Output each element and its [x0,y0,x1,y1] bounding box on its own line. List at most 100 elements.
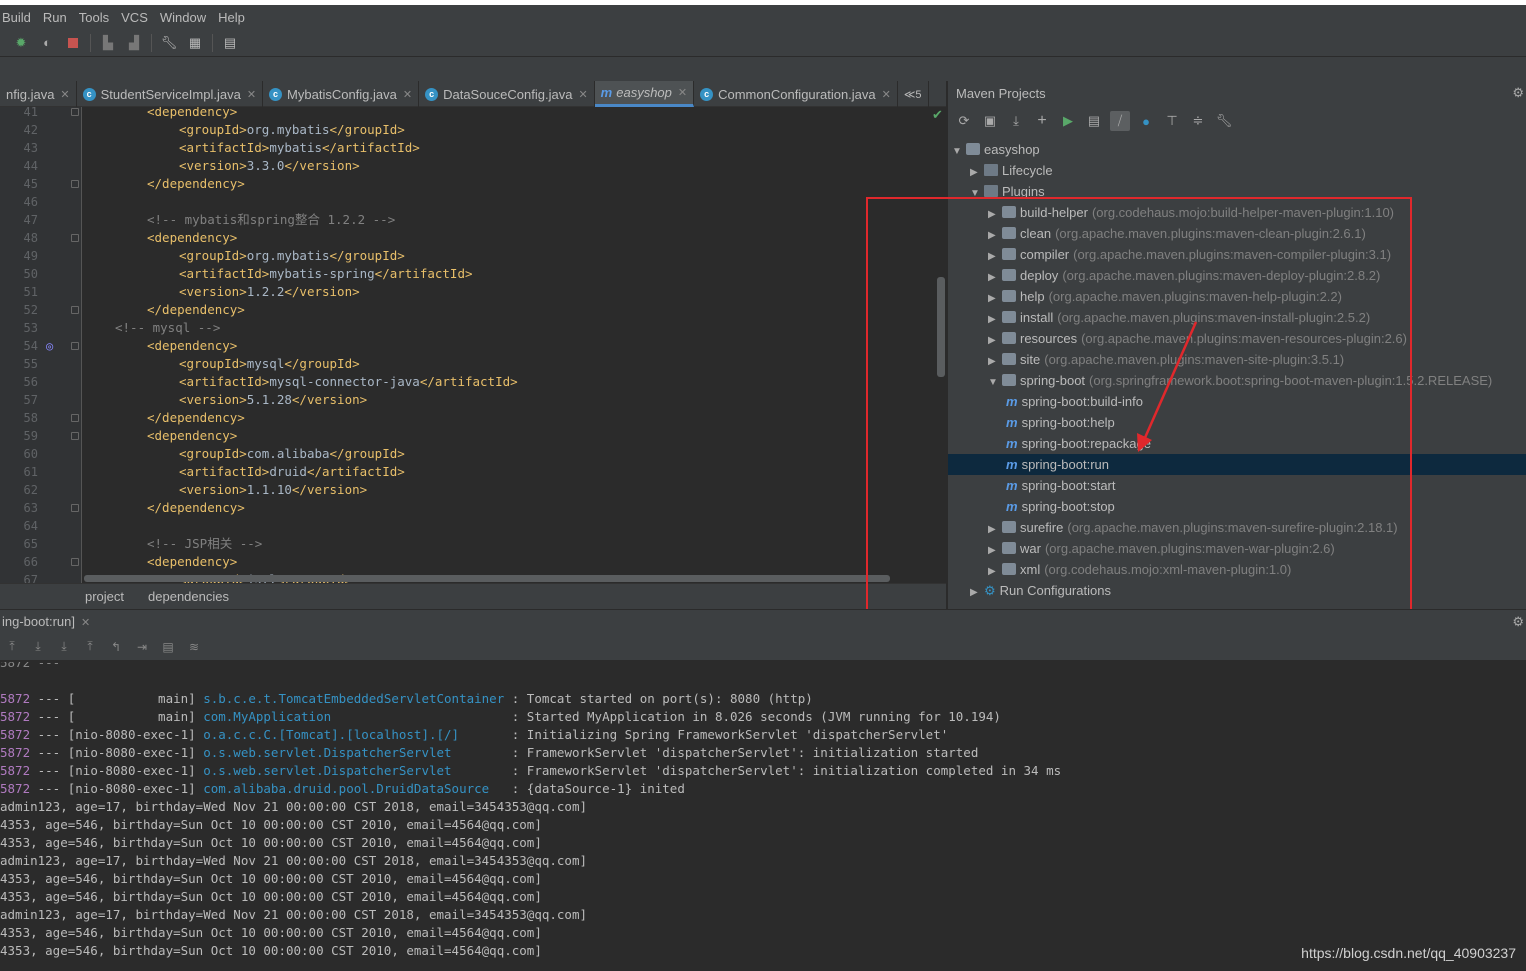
dependency-gutter-icon[interactable]: ◎ [46,337,53,355]
reimport-icon[interactable]: ⟳ [954,111,974,131]
xml-tag: <version> [179,482,247,497]
execute-goal-icon[interactable]: ▤ [1084,111,1104,131]
fold-marker-icon[interactable] [71,108,79,116]
scroll-to-end-icon[interactable]: ⤒ [82,639,98,655]
close-icon[interactable]: ✕ [403,88,412,101]
settings-wrench-icon[interactable]: 🔧︎ [1214,111,1234,131]
fold-marker-icon[interactable] [71,558,79,566]
menu-item-run[interactable]: Run [43,10,67,25]
settings-wrench-icon[interactable]: 🔧︎ [160,34,178,52]
close-icon[interactable]: ✕ [247,88,256,101]
clear-icon[interactable]: ⇥ [134,639,150,655]
run-icon[interactable]: ▶ [1058,111,1078,131]
breadcrumb-item-dependencies[interactable]: dependencies [148,589,229,604]
stop-icon[interactable] [64,34,82,52]
settings-icon[interactable]: ≋ [186,639,202,655]
download-icon[interactable]: ⤓ [1006,111,1026,131]
code-text: <version>3.3.0</version> [179,157,360,175]
run-tab-label: ing-boot:run] [2,614,75,629]
editor-tab[interactable]: cCommonConfiguration.java✕ [694,81,898,107]
close-icon[interactable]: ✕ [882,88,891,101]
close-icon[interactable]: ✕ [678,86,687,99]
menu-item-tools[interactable]: Tools [79,10,109,25]
editor-tab[interactable]: cStudentServiceImpl.java✕ [77,81,263,107]
process-id: 5872 [0,709,30,724]
console-line: 4353, age=546, birthday=Sun Oct 10 00:00… [0,816,542,834]
maven-tree-node[interactable]: ▼easyshop [952,139,1040,160]
fold-marker-icon[interactable] [71,234,79,242]
editor-tab[interactable]: nfig.java✕ [0,81,77,107]
menu-bar: Build Run Tools VCS Window Help [0,0,1526,29]
generate-sources-icon[interactable]: ▣ [980,111,1000,131]
scroll-down-icon[interactable]: ⤓ [30,639,46,655]
build-icon[interactable]: ▙ [99,34,117,52]
xml-tag: <groupId> [179,248,247,263]
run-tab[interactable]: ing-boot:run] ✕ [0,614,90,629]
expanded-arrow-icon[interactable]: ▼ [952,141,966,162]
editor-horizontal-scrollbar[interactable] [84,575,890,582]
collapse-all-icon[interactable]: ≑ [1188,111,1208,131]
log-text: 4353, age=546, birthday=Sun Oct 10 00:00… [0,871,542,886]
code-line: 53<!-- mysql --> [0,319,946,337]
xml-text: druid [269,464,307,479]
code-text: <groupId>mysql</groupId> [179,355,360,373]
fold-marker-icon[interactable] [71,414,79,422]
show-dependencies-icon[interactable]: ⊤ [1162,111,1182,131]
code-line: 50<artifactId>mybatis-spring</artifactId… [0,265,946,283]
menu-item-help[interactable]: Help [218,10,245,25]
log-text: --- [nio-8080-exec-1] [30,745,203,760]
breadcrumb-item-project[interactable]: project [85,589,124,604]
tabs-overflow-button[interactable]: ≪5 [898,81,929,107]
line-number: 44 [10,157,38,175]
code-line: 51<version>1.2.2</version> [0,283,946,301]
panel-settings-icon[interactable]: ⚙ [1512,85,1524,101]
xml-text: 1.1.10 [247,482,292,497]
console-output[interactable]: 5872 --- 5872 --- [ main] s.b.c.e.t.Tomc… [0,662,1526,971]
fold-marker-icon[interactable] [71,432,79,440]
close-icon[interactable]: ✕ [578,88,587,101]
build-module-icon[interactable]: ▟ [125,34,143,52]
fold-marker-icon[interactable] [71,504,79,512]
code-line: 55<groupId>mysql</groupId> [0,355,946,373]
log-text: 4353, age=546, birthday=Sun Oct 10 00:00… [0,835,542,850]
debug-icon[interactable]: ✹ [12,34,30,52]
toggle-offline-icon[interactable]: ⧸ [1110,111,1130,131]
skip-tests-icon[interactable]: ● [1136,111,1156,131]
xml-tag: </groupId> [330,446,405,461]
menu-item-window[interactable]: Window [160,10,206,25]
fold-marker-icon[interactable] [71,342,79,350]
menu-item-build[interactable]: Build [2,10,31,25]
log-text: --- [ main] [30,709,203,724]
xml-tag: <artifactId> [179,464,269,479]
collapsed-arrow-icon[interactable]: ▶ [970,162,984,183]
console-line: admin123, age=17, birthday=Wed Nov 21 00… [0,906,587,924]
scroll-up-icon[interactable]: ⤒ [4,639,20,655]
line-number: 60 [10,445,38,463]
code-editor[interactable]: 41<dependency>42<groupId>org.mybatis</gr… [0,107,946,583]
close-icon[interactable]: ✕ [81,617,90,629]
xml-tag: </version> [284,158,359,173]
print-icon[interactable]: ↰ [108,639,124,655]
menu-item-vcs[interactable]: VCS [121,10,148,25]
fold-marker-icon[interactable] [71,180,79,188]
maven-panel-title: Maven Projects [956,86,1046,101]
log-text: 4353, age=546, birthday=Sun Oct 10 00:00… [0,889,542,904]
add-icon[interactable]: + [1032,111,1052,131]
layout-icon[interactable]: ▤ [160,639,176,655]
console-line: 4353, age=546, birthday=Sun Oct 10 00:00… [0,834,542,852]
editor-tab[interactable]: cDataSouceConfig.java✕ [419,81,595,107]
editor-tab[interactable]: measyshop✕ [595,81,694,107]
xml-tag: <artifactId> [179,140,269,155]
soft-wrap-icon[interactable]: ⤓ [56,639,72,655]
maven-tree-node[interactable]: ▶Lifecycle [970,160,1053,181]
sdk-icon[interactable]: ▤ [221,34,239,52]
run-settings-icon[interactable]: ⚙ [1512,614,1524,630]
line-number: 53 [10,319,38,337]
code-text: <version>1.2.2</version> [179,283,360,301]
project-structure-icon[interactable]: ▦ [186,34,204,52]
coverage-icon[interactable]: ◐ [38,34,56,52]
line-number: 49 [10,247,38,265]
close-icon[interactable]: ✕ [60,88,69,101]
editor-tab[interactable]: cMybatisConfig.java✕ [263,81,419,107]
fold-marker-icon[interactable] [71,306,79,314]
